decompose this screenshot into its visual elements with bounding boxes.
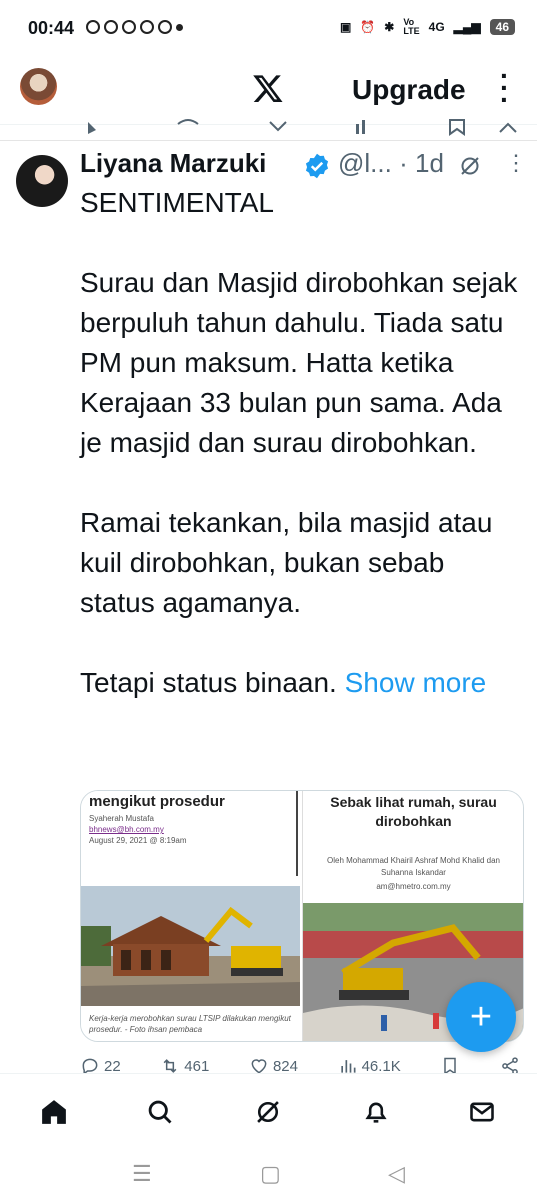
system-navigation: ☰ ▢ ◁ xyxy=(0,1145,537,1200)
x-logo-icon[interactable] xyxy=(252,72,284,112)
mail-icon xyxy=(470,1102,494,1122)
right-headline: Sebak lihat rumah, surau dirobohkan xyxy=(330,794,497,829)
left-date: August 29, 2021 @ 8:19am xyxy=(89,836,187,845)
home-icon xyxy=(42,1100,66,1124)
author-avatar[interactable] xyxy=(16,155,68,207)
home-system-icon[interactable]: ▢ xyxy=(260,1161,281,1187)
whatsapp-icon xyxy=(86,20,100,34)
time-separator: · xyxy=(399,148,408,178)
left-headline: mengikut prosedur xyxy=(89,793,225,810)
media-image-left[interactable]: mengikut prosedur Syaherah Mustafa bhnew… xyxy=(81,791,300,1041)
tweet-body: SENTIMENTAL Surau dan Masjid dirobohkan … xyxy=(80,187,518,698)
bluetooth-icon: ✱ xyxy=(384,20,395,34)
repost-count: 461 xyxy=(184,1057,210,1075)
nfc-icon: ▣ xyxy=(339,20,352,34)
demolition-photo-left xyxy=(81,886,300,1006)
facebook-icon xyxy=(158,20,172,34)
compose-button[interactable]: + xyxy=(446,982,516,1052)
bottom-navigation xyxy=(0,1073,537,1146)
nav-home[interactable] xyxy=(34,1092,74,1132)
more-notifications-dot xyxy=(176,24,183,31)
show-more-link[interactable]: Show more xyxy=(345,667,487,698)
whatsapp-icon xyxy=(122,20,136,34)
network-type: 4G xyxy=(428,20,445,34)
previous-actions-icons xyxy=(88,119,517,136)
back-icon[interactable]: ◁ xyxy=(388,1161,405,1187)
bell-icon xyxy=(365,1102,387,1123)
facebook-icon xyxy=(140,20,154,34)
plus-icon: + xyxy=(469,996,493,1038)
tweet-more-icon[interactable]: ⋮ xyxy=(505,150,527,176)
handle-text: @l... xyxy=(338,148,392,178)
volte-icon: Vo LTE xyxy=(403,17,420,36)
grok-icon[interactable] xyxy=(458,154,482,178)
battery-level: 46 xyxy=(489,19,515,35)
author-name[interactable]: Liyana Marzuki xyxy=(80,148,266,179)
nav-search[interactable] xyxy=(140,1092,180,1132)
whatsapp-icon xyxy=(104,20,118,34)
previous-tweet-actions xyxy=(0,116,537,141)
nav-grok[interactable] xyxy=(248,1092,288,1132)
grok-icon xyxy=(257,1101,279,1123)
left-caption: Kerja-kerja merobohkan surau LTSIP dilak… xyxy=(89,1014,291,1034)
tweet-time[interactable]: 1d xyxy=(415,148,444,178)
right-byline: Oleh Mohammad Khairil Ashraf Mohd Khalid… xyxy=(327,856,500,877)
search-icon xyxy=(148,1100,172,1124)
upgrade-button[interactable]: Upgrade xyxy=(352,74,466,106)
views-count: 46.1K xyxy=(361,1057,401,1075)
system-indicators: ▣ ⏰ ✱ Vo LTE 4G ▂▄▆ 46 xyxy=(340,18,515,36)
tweet-text: SENTIMENTAL Surau dan Masjid dirobohkan … xyxy=(80,183,520,703)
recent-apps-icon[interactable]: ☰ xyxy=(132,1161,152,1187)
verified-badge-icon xyxy=(305,153,329,179)
like-count: 824 xyxy=(272,1057,298,1075)
status-time: 00:44 xyxy=(28,18,75,38)
notification-icons xyxy=(86,20,183,34)
divider xyxy=(296,791,298,876)
reply-count: 22 xyxy=(104,1057,121,1075)
account-avatar[interactable] xyxy=(20,68,57,105)
status-bar: 00:44 ▣ ⏰ ✱ Vo LTE 4G ▂▄▆ 46 xyxy=(0,0,537,60)
nav-messages[interactable] xyxy=(462,1092,502,1132)
more-vertical-icon[interactable]: · · · xyxy=(500,62,509,114)
alarm-icon: ⏰ xyxy=(360,20,376,34)
author-handle[interactable]: @l... · 1d xyxy=(338,148,444,179)
nav-notifications[interactable] xyxy=(356,1092,396,1132)
right-email: am@hmetro.com.my xyxy=(376,882,451,891)
signal-icon: ▂▄▆ xyxy=(453,20,481,34)
